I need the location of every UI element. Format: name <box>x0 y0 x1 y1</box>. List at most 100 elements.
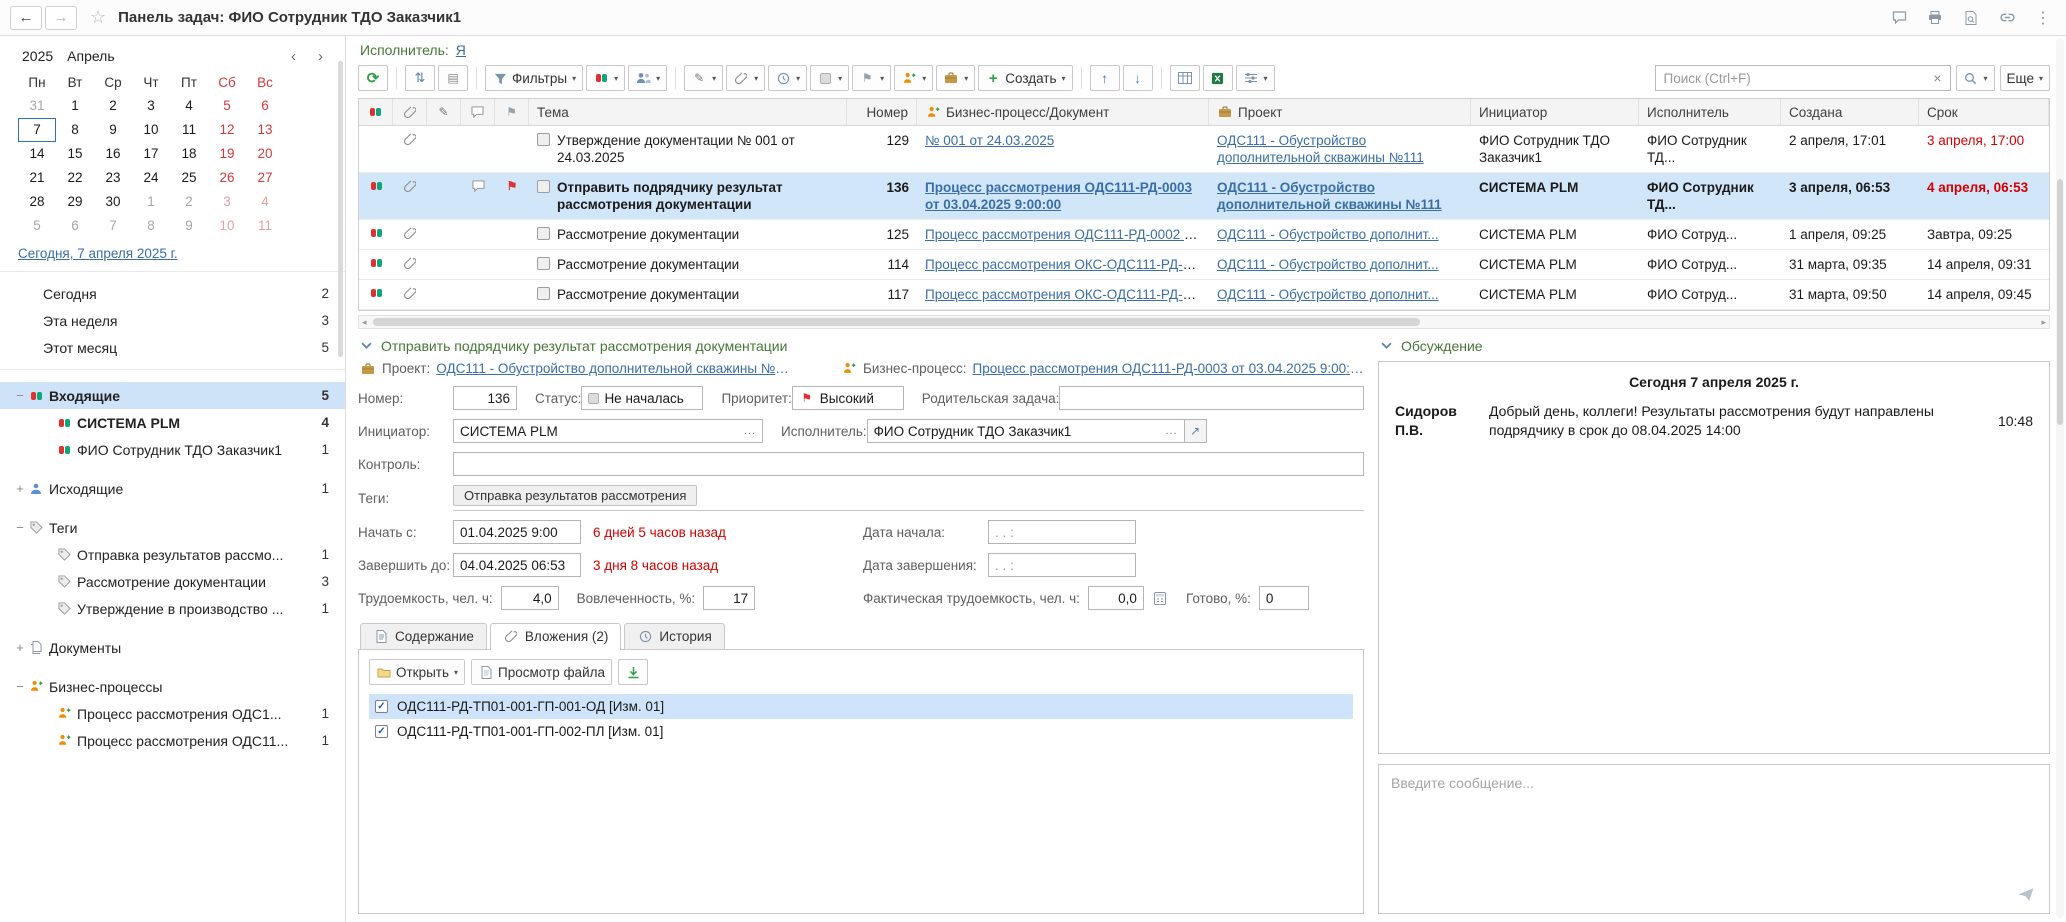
calendar-day[interactable]: 5 <box>18 214 56 238</box>
calendar-day[interactable]: 6 <box>56 214 94 238</box>
create-button[interactable]: +Создать▾ <box>978 65 1072 91</box>
column-header[interactable]: Инициатор <box>1471 99 1639 125</box>
forward-button[interactable]: → <box>45 6 77 30</box>
project-link[interactable]: ОДС111 - Обустройство дополнит... <box>1217 287 1439 302</box>
calendar-day[interactable]: 7 <box>94 214 132 238</box>
process-link[interactable]: Процесс рассмотрения ОКС-ОДС111-РД-01... <box>925 287 1209 302</box>
expander-minus-icon[interactable]: − <box>12 388 28 403</box>
group-view-button[interactable]: ▤ <box>438 65 468 91</box>
process-link[interactable]: Процесс рассмотрения ОДС111-РД-0003 от 0… <box>925 180 1192 212</box>
window-scrollbar[interactable] <box>2056 38 2064 918</box>
attachment-row[interactable]: ✓ОДС111-РД-ТП01-001-ГП-002-ПЛ [Изм. 01] <box>369 719 1353 744</box>
tags-field[interactable]: Отправка результатов рассмотрения <box>453 485 1364 511</box>
sidebar-tree-item[interactable]: Утверждение в производство ...1 <box>0 595 345 622</box>
status-menu-button[interactable]: ▾ <box>810 65 849 91</box>
sort-by-new-button[interactable]: ⇅ <box>405 65 435 91</box>
process-link[interactable]: № 001 от 24.03.2025 <box>925 133 1054 148</box>
column-header-flag[interactable]: ⚑ <box>495 99 529 125</box>
project-menu-button[interactable]: ▾ <box>936 65 975 91</box>
calendar-day[interactable]: 11 <box>246 214 284 238</box>
row-checkbox[interactable] <box>537 257 550 270</box>
calendar-day[interactable]: 15 <box>56 142 94 166</box>
parent-task-field[interactable] <box>1059 386 1364 410</box>
calendar-day[interactable]: 3 <box>132 94 170 118</box>
choose-performer-icon[interactable]: ... <box>1159 425 1177 437</box>
calendar-day[interactable]: 26 <box>208 166 246 190</box>
column-header[interactable]: Создана <box>1781 99 1919 125</box>
sidebar-tree-item[interactable]: Рассмотрение документации3 <box>0 568 345 595</box>
calendar-day[interactable]: 19 <box>208 142 246 166</box>
calendar-day[interactable]: 20 <box>246 142 284 166</box>
discussion-icon[interactable] <box>1890 10 1908 26</box>
calendar-year[interactable]: 2025 <box>18 46 63 66</box>
horizontal-scrollbar[interactable]: ◂ ▸ <box>358 315 2050 329</box>
download-attachment-button[interactable] <box>618 659 648 685</box>
calendar-day[interactable]: 3 <box>208 190 246 214</box>
project-link[interactable]: ОДС111 - Обустройство дополнительной скв… <box>1217 133 1424 165</box>
more-icon[interactable]: ⋮ <box>2034 10 2052 26</box>
project-link[interactable]: ОДС111 - Обустройство дополнительной скв… <box>1217 180 1442 212</box>
column-header-comment[interactable] <box>461 99 495 125</box>
move-up-button[interactable]: ↑ <box>1090 65 1120 91</box>
deadline-menu-button[interactable]: ▾ <box>768 65 807 91</box>
task-row[interactable]: Рассмотрение документации117Процесс расс… <box>359 280 2049 310</box>
expander-plus-icon[interactable]: + <box>12 481 28 496</box>
calendar-day[interactable]: 16 <box>94 142 132 166</box>
search-button[interactable]: ▾ <box>1956 65 1995 91</box>
control-field[interactable] <box>453 452 1364 476</box>
column-header-roles[interactable] <box>359 99 393 125</box>
calendar-day[interactable]: 14 <box>18 142 56 166</box>
process-link[interactable]: Процесс рассмотрения ОДС111-РД-0002 от..… <box>925 227 1207 242</box>
sidebar-quick-item[interactable]: Эта неделя3 <box>0 307 345 334</box>
column-header[interactable]: Проект <box>1209 99 1471 125</box>
attachment-row[interactable]: ✓ОДС111-РД-ТП01-001-ГП-001-ОД [Изм. 01] <box>369 694 1353 719</box>
preview-icon[interactable] <box>1962 10 1980 26</box>
expander-minus-icon[interactable]: − <box>12 679 28 694</box>
priority-field[interactable]: ⚑Высокий <box>792 386 904 410</box>
back-button[interactable]: ← <box>10 6 42 30</box>
column-header[interactable]: Исполнитель <box>1639 99 1781 125</box>
sidebar-scrollbar[interactable] <box>337 44 344 914</box>
status-field[interactable]: Не началась <box>581 386 703 410</box>
link-icon[interactable] <box>1998 10 2016 26</box>
calendar-day[interactable]: 30 <box>94 190 132 214</box>
finish-date-field[interactable]: . . : <box>988 553 1136 577</box>
calendar-day[interactable]: 18 <box>170 142 208 166</box>
calendar-day[interactable]: 17 <box>132 142 170 166</box>
calendar-day[interactable]: 22 <box>56 166 94 190</box>
print-icon[interactable] <box>1926 10 1944 26</box>
refresh-button[interactable]: ⟳ <box>358 65 388 91</box>
calendar-day[interactable]: 25 <box>170 166 208 190</box>
performer-filter-value-link[interactable]: Я <box>456 42 466 58</box>
project-link[interactable]: ОДС111 - Обустройство дополнит... <box>1217 227 1439 242</box>
scroll-right-icon[interactable]: ▸ <box>2038 317 2049 328</box>
attachment-checkbox[interactable]: ✓ <box>375 700 388 713</box>
detail-title[interactable]: Отправить подрядчику результат рассмотре… <box>381 338 787 354</box>
effort-field[interactable]: 4,0 <box>501 586 559 610</box>
column-header[interactable]: Номер <box>847 99 917 125</box>
task-row[interactable]: Рассмотрение документации125Процесс расс… <box>359 220 2049 250</box>
involvement-field[interactable]: 17 <box>703 586 755 610</box>
calendar-day[interactable]: 21 <box>18 166 56 190</box>
expander-minus-icon[interactable]: − <box>12 520 28 535</box>
calendar-prev-button[interactable]: ‹ <box>287 48 300 65</box>
export-button[interactable] <box>1203 65 1233 91</box>
column-header-paperclip[interactable] <box>393 99 427 125</box>
calendar-next-button[interactable]: › <box>314 48 327 65</box>
process-menu-button[interactable]: ▾ <box>894 65 933 91</box>
task-row[interactable]: Утверждение документации № 001 от 24.03.… <box>359 126 2049 173</box>
collapse-discussion-icon[interactable] <box>1378 339 1394 353</box>
calendar-day[interactable]: 10 <box>132 118 170 142</box>
clear-search-icon[interactable]: × <box>1929 70 1945 86</box>
calendar-day[interactable]: 1 <box>132 190 170 214</box>
sidebar-tree-item[interactable]: −Входящие5 <box>0 382 345 409</box>
process-link[interactable]: Процесс рассмотрения ОКС-ОДС111-РД-01... <box>925 257 1209 272</box>
calendar-day[interactable]: 31 <box>18 94 56 118</box>
scroll-left-icon[interactable]: ◂ <box>359 317 370 328</box>
calendar-day[interactable]: 23 <box>94 166 132 190</box>
row-checkbox[interactable] <box>537 180 550 193</box>
open-attachment-button[interactable]: Открыть▾ <box>369 659 465 685</box>
project-link[interactable]: ОДС111 - Обустройство дополнительной скв… <box>436 361 795 376</box>
project-link[interactable]: ОДС111 - Обустройство дополнит... <box>1217 257 1439 272</box>
initiator-field[interactable]: СИСТЕМА PLM... <box>453 419 763 443</box>
